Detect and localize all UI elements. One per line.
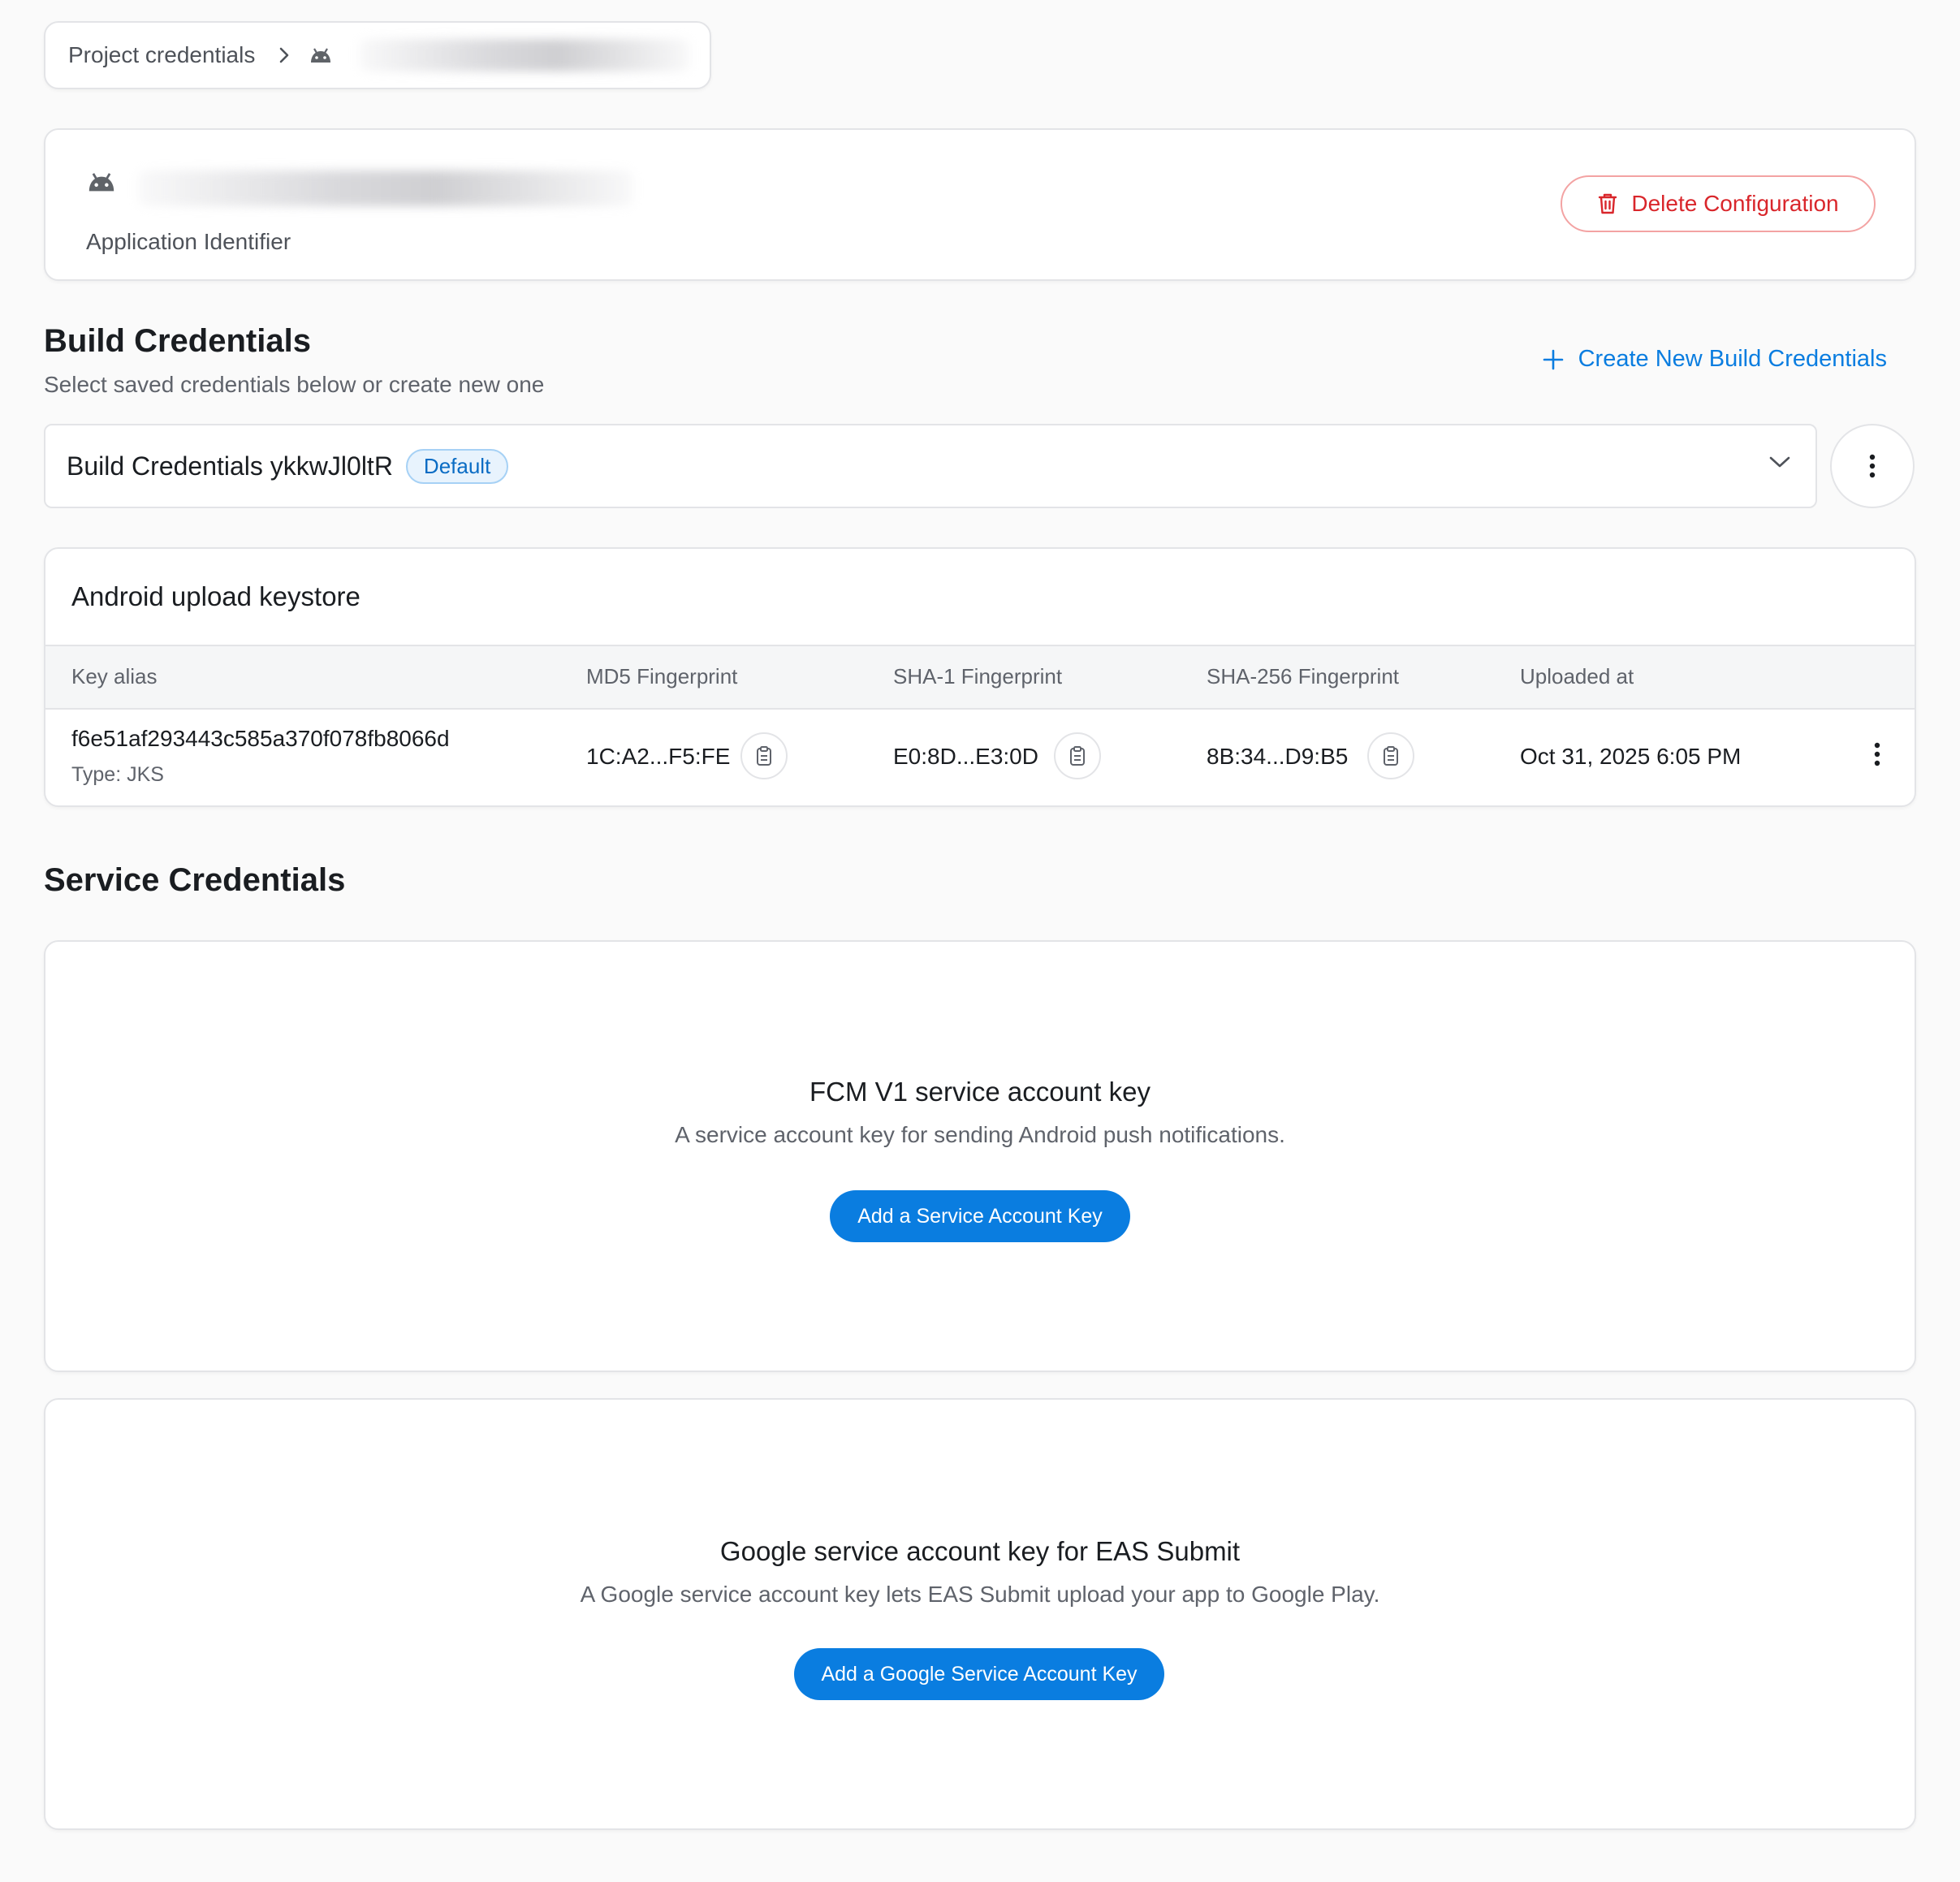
column-sha1: SHA-1 Fingerprint (893, 664, 1063, 688)
copy-md5-button[interactable] (740, 732, 788, 779)
application-card: Application Identifier Delete Configurat… (44, 128, 1916, 281)
application-identifier-label: Application Identifier (86, 229, 291, 254)
fcm-description: A service account key for sending Androi… (675, 1122, 1285, 1147)
column-sha256: SHA-256 Fingerprint (1207, 664, 1399, 688)
copy-sha1-button[interactable] (1054, 732, 1101, 779)
android-upload-keystore-card: Android upload keystore Key alias MD5 Fi… (44, 547, 1916, 807)
google-title: Google service account key for EAS Submi… (719, 1536, 1241, 1566)
android-icon (309, 48, 333, 63)
uploaded-at-value: Oct 31, 2025 6:05 PM (1520, 744, 1742, 769)
column-key-alias: Key alias (71, 664, 158, 688)
delete-configuration-label: Delete Configuration (1631, 191, 1839, 216)
sha1-value: E0:8D...E3:0D (893, 744, 1038, 769)
clipboard-icon (1382, 745, 1400, 766)
redacted-application-identifier (138, 171, 633, 206)
add-google-service-account-key-button[interactable]: Add a Google Service Account Key (794, 1648, 1164, 1700)
selected-build-credentials: Build Credentials ykkwJl0ltR (67, 451, 393, 481)
key-type-value: Type: JKS (71, 763, 164, 786)
build-credentials-subtitle: Select saved credentials below or create… (44, 372, 545, 397)
default-badge: Default (405, 448, 509, 484)
google-service-account-card: Google service account key for EAS Submi… (44, 1398, 1916, 1830)
google-description: A Google service account key lets EAS Su… (580, 1582, 1380, 1607)
service-credentials-title: Service Credentials (44, 862, 346, 898)
row-more-button[interactable] (1874, 742, 1880, 766)
redacted-app-name (359, 39, 691, 71)
build-credentials-select[interactable]: Build Credentials ykkwJl0ltR Default (44, 424, 1817, 508)
key-alias-value: f6e51af293443c585a370f078fb8066d (71, 726, 450, 751)
clipboard-icon (755, 745, 773, 766)
copy-sha256-button[interactable] (1367, 732, 1414, 779)
more-vertical-icon (1874, 742, 1880, 766)
create-new-build-credentials-button[interactable]: Create New Build Credentials (1543, 346, 1887, 373)
build-credentials-title: Build Credentials (44, 323, 311, 359)
build-credentials-more-button[interactable] (1830, 424, 1915, 508)
table-header: Key alias MD5 Fingerprint SHA-1 Fingerpr… (45, 645, 1915, 710)
fcm-service-account-card: FCM V1 service account key A service acc… (44, 940, 1916, 1372)
keystore-title: Android upload keystore (71, 581, 360, 611)
add-service-account-key-button[interactable]: Add a Service Account Key (830, 1190, 1130, 1242)
column-uploaded-at: Uploaded at (1520, 664, 1634, 688)
plus-icon (1543, 349, 1564, 370)
sha256-value: 8B:34...D9:B5 (1207, 744, 1349, 769)
create-new-build-credentials-label: Create New Build Credentials (1578, 346, 1887, 372)
delete-configuration-button[interactable]: Delete Configuration (1561, 175, 1876, 232)
android-icon (86, 172, 117, 196)
md5-value: 1C:A2...F5:FE (586, 744, 731, 769)
trash-icon (1597, 192, 1618, 215)
breadcrumb-project-credentials[interactable]: Project credentials (68, 42, 255, 68)
clipboard-icon (1069, 745, 1086, 766)
fcm-title: FCM V1 service account key (809, 1077, 1151, 1107)
chevron-right-icon (278, 45, 291, 65)
chevron-down-icon (1768, 455, 1791, 473)
more-vertical-icon (1869, 454, 1876, 478)
column-md5: MD5 Fingerprint (586, 664, 738, 688)
breadcrumb: Project credentials (44, 21, 711, 89)
